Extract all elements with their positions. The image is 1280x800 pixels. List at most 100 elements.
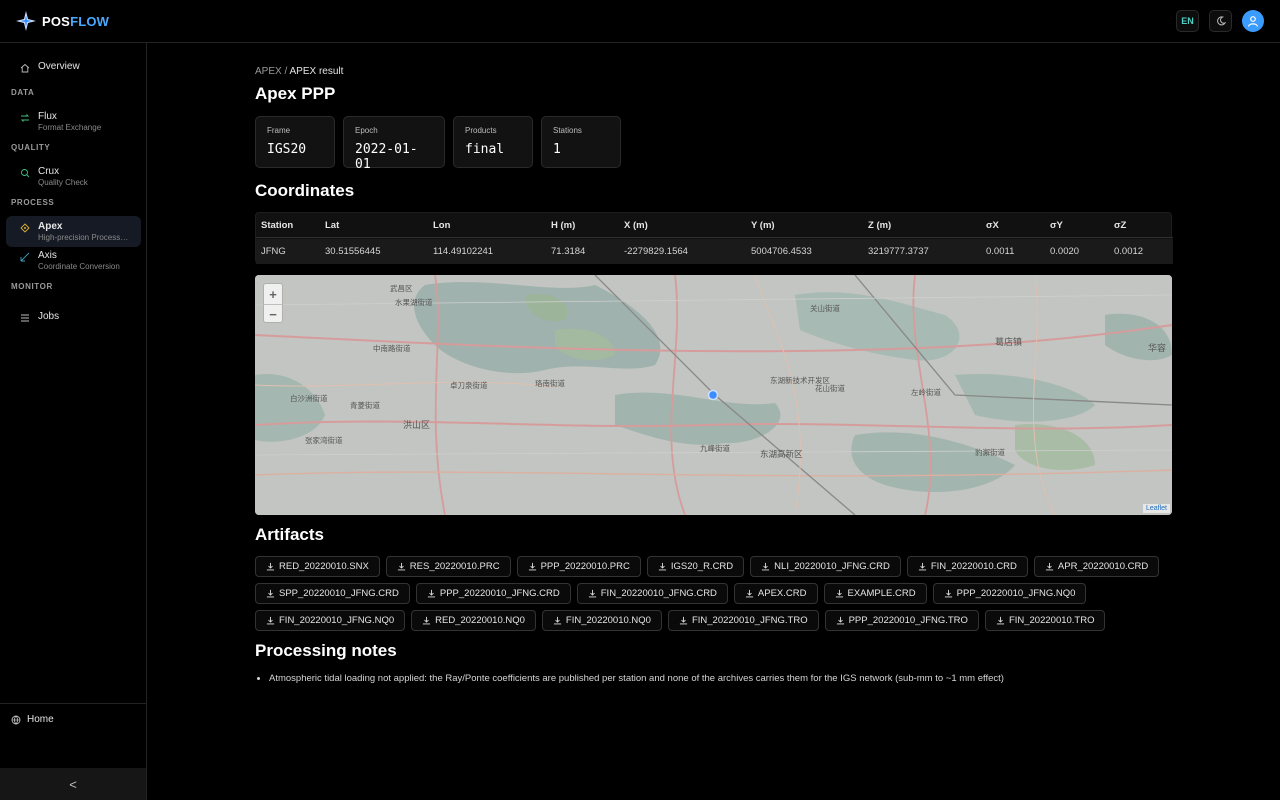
download-icon [835, 589, 843, 598]
sidebar-item-overview[interactable]: Overview [6, 56, 141, 77]
sidebar-item-label: Jobs [38, 311, 60, 322]
artifacts-heading: Artifacts [255, 525, 324, 544]
download-icon [745, 589, 754, 598]
artifact-download-button[interactable]: FIN_20220010.TRO [984, 610, 1106, 631]
app-logo[interactable]: POSFLOW [16, 11, 109, 31]
exchange-icon [20, 114, 30, 122]
sidebar-item-title: Flux [38, 111, 57, 122]
download-icon [528, 562, 536, 571]
download-icon [423, 616, 431, 625]
sidebar-item-title: Axis [38, 250, 57, 261]
station-map[interactable]: 武昌区 水果湖街道 关山街道 洪山区 东湖新技术开发区 左岭街道 花山街道 九峰… [255, 275, 1172, 515]
artifact-download-button[interactable]: NLI_20220010_JFNG.CRD [750, 556, 901, 577]
stat-value: 2022-01-01 [355, 142, 418, 172]
moon-icon [1216, 16, 1226, 26]
breadcrumb-parent-link[interactable]: APEX [255, 66, 282, 77]
search-check-icon [21, 169, 30, 178]
table-row[interactable]: JFNG 30.51556445 114.49102241 71.3184 -2… [256, 239, 1173, 264]
download-icon [588, 589, 596, 598]
artifact-download-button[interactable]: EXAMPLE.CRD [823, 583, 927, 604]
map-attribution-link[interactable]: Leaflet [1142, 504, 1170, 513]
map-label: 张家湾街道 [305, 436, 343, 445]
artifact-download-button[interactable]: IGS20_R.CRD [646, 556, 745, 577]
artifact-download-button[interactable]: RED_20220010.SNX [255, 556, 380, 577]
sidebar-item-apex[interactable]: Apex High-precision Processing [6, 216, 141, 247]
artifacts-row: RED_20220010.SNX RES_20220010.PRC PPP_20… [255, 556, 1160, 577]
map-label: 花山街道 [815, 384, 845, 393]
column-header: Y (m) [751, 220, 775, 231]
download-icon [658, 562, 666, 571]
sidebar-item-flux[interactable]: Flux Format Exchange [6, 106, 141, 137]
table-cell: 0.0020 [1050, 246, 1080, 257]
logo-text-pos: POS [42, 13, 71, 29]
sidebar-item-crux[interactable]: Crux Quality Check [6, 161, 141, 192]
target-icon [20, 223, 30, 233]
map-label: 左岭街道 [911, 388, 941, 397]
download-icon [427, 589, 435, 598]
download-icon [266, 589, 275, 598]
map-label: 白沙洲街道 [290, 394, 328, 403]
artifact-download-button[interactable]: FIN_20220010_JFNG.NQ0 [255, 610, 406, 631]
download-icon [836, 616, 844, 625]
artifact-download-button[interactable]: FIN_20220010.NQ0 [541, 610, 662, 631]
breadcrumb-separator: / [284, 66, 288, 77]
artifact-download-button[interactable]: PPP_20220010_JFNG.NQ0 [932, 583, 1087, 604]
download-icon [944, 589, 952, 598]
artifact-name: FIN_20220010_JFNG.NQ0 [279, 615, 395, 626]
map-zoom-out-button[interactable]: − [264, 304, 282, 324]
theme-toggle-button[interactable] [1209, 10, 1232, 32]
artifact-download-button[interactable]: PPP_20220010_JFNG.TRO [824, 610, 979, 631]
sidebar-item-subtitle: High-precision Processing [38, 233, 130, 242]
stat-label: Epoch [355, 126, 378, 135]
column-header: σY [1050, 220, 1063, 231]
column-header: X (m) [624, 220, 648, 231]
artifact-name: EXAMPLE.CRD [847, 588, 916, 599]
table-cell: 5004706.4533 [751, 246, 812, 257]
artifact-name: APEX.CRD [757, 588, 807, 599]
column-header: σZ [1114, 220, 1127, 231]
section-label-process: PROCESS [11, 198, 55, 207]
sidebar-item-axis[interactable]: Axis Coordinate Conversion [6, 245, 141, 276]
sidebar-item-jobs[interactable]: Jobs [6, 306, 141, 327]
table-cell: -2279829.1564 [624, 246, 688, 257]
map-zoom-in-button[interactable]: + [264, 284, 282, 304]
processing-notes-heading: Processing notes [255, 641, 397, 660]
section-label-data: DATA [11, 88, 35, 97]
column-header: H (m) [551, 220, 576, 231]
language-button[interactable]: EN [1176, 10, 1199, 32]
artifact-download-button[interactable]: APR_20220010.CRD [1033, 556, 1160, 577]
artifact-download-button[interactable]: SPP_20220010_JFNG.CRD [255, 583, 410, 604]
artifact-name: FIN_20220010_JFNG.TRO [691, 615, 808, 626]
sidebar-collapse-button[interactable]: < [0, 768, 146, 800]
axis-icon [20, 252, 30, 262]
sidebar-item-home[interactable]: Home [11, 714, 54, 725]
sidebar-footer: Home [0, 703, 146, 767]
artifact-download-button[interactable]: FIN_20220010_JFNG.TRO [667, 610, 819, 631]
column-header: Station [261, 220, 294, 231]
artifact-name: IGS20_R.CRD [670, 561, 734, 572]
artifact-name: APR_20220010.CRD [1057, 561, 1149, 572]
table-cell: JFNG [261, 246, 286, 257]
download-icon [266, 616, 275, 625]
sidebar-item-title: Crux [38, 166, 60, 177]
artifact-download-button[interactable]: FIN_20220010_JFNG.CRD [576, 583, 728, 604]
user-avatar-button[interactable] [1242, 10, 1264, 32]
artifact-download-button[interactable]: PPP_20220010_JFNG.CRD [415, 583, 571, 604]
artifact-download-button[interactable]: FIN_20220010.CRD [906, 556, 1028, 577]
map-label: 卓刀泉街道 [450, 381, 488, 390]
table-cell: 3219777.3737 [868, 246, 929, 257]
sidebar: Overview DATA Flux Format Exchange QUALIT… [0, 43, 147, 800]
artifact-download-button[interactable]: PPP_20220010.PRC [516, 556, 641, 577]
globe-icon [11, 715, 21, 725]
artifact-download-button[interactable]: RES_20220010.PRC [385, 556, 511, 577]
artifact-name: FIN_20220010.TRO [1008, 615, 1095, 626]
breadcrumb: APEX / APEX result [255, 66, 343, 77]
sidebar-item-title: Apex [38, 221, 63, 232]
table-cell: 71.3184 [551, 246, 586, 257]
star-logo-icon [16, 11, 36, 31]
artifact-download-button[interactable]: APEX.CRD [733, 583, 818, 604]
artifact-download-button[interactable]: RED_20220010.NQ0 [411, 610, 536, 631]
table-cell: 0.0011 [986, 246, 1015, 257]
stat-value: final [465, 142, 505, 157]
map-label: 青菱街道 [350, 401, 380, 410]
